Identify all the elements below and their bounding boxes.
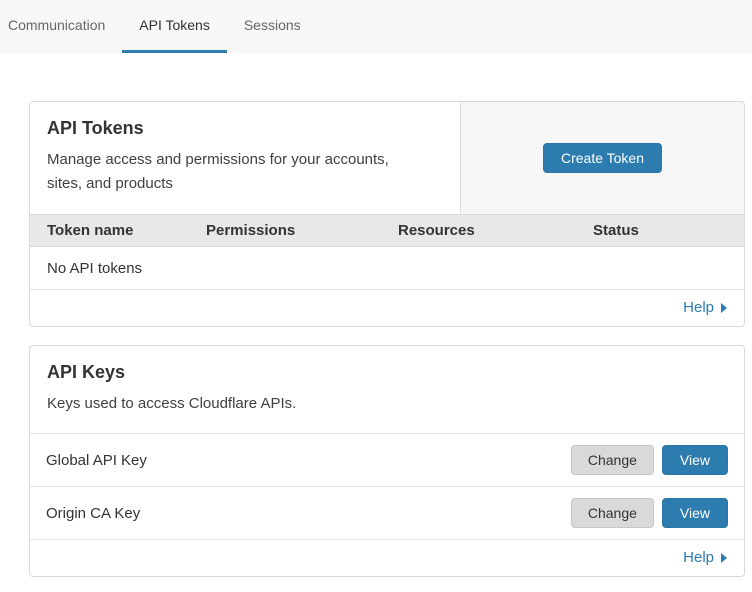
create-token-button[interactable]: Create Token [543,143,662,173]
tab-sessions[interactable]: Sessions [227,0,318,53]
tokens-column-permissions: Permissions [206,222,398,239]
api-tokens-description: Manage access and permissions for your a… [47,148,420,196]
tokens-column-resources: Resources [398,222,593,239]
api-tokens-card-header: API Tokens Manage access and permissions… [30,102,744,214]
tokens-empty-state: No API tokens [30,247,744,289]
view-origin-ca-key-button[interactable]: View [662,498,728,528]
api-tokens-title: API Tokens [47,118,420,139]
tokens-column-status: Status [593,222,744,239]
help-link-label: Help [683,299,714,316]
key-row-global-api-key: Global API Key Change View [30,433,744,486]
api-tokens-card: API Tokens Manage access and permissions… [29,101,745,327]
tokens-column-token-name: Token name [47,222,206,239]
help-link-label: Help [683,549,714,566]
key-row-origin-ca-key: Origin CA Key Change View [30,486,744,539]
change-global-api-key-button[interactable]: Change [571,445,654,475]
api-keys-description: Keys used to access Cloudflare APIs. [47,392,727,416]
change-origin-ca-key-button[interactable]: Change [571,498,654,528]
profile-tab-bar: Communication API Tokens Sessions [0,0,752,53]
api-tokens-help-link[interactable]: Help [683,299,727,316]
api-tokens-card-header-text: API Tokens Manage access and permissions… [30,102,460,214]
tokens-table-header: Token name Permissions Resources Status [30,214,744,247]
api-tokens-card-action-area: Create Token [460,102,744,214]
tab-communication[interactable]: Communication [8,0,122,53]
api-keys-card-footer: Help [30,539,744,576]
caret-right-icon [721,553,727,563]
api-keys-card-header: API Keys Keys used to access Cloudflare … [30,346,744,433]
api-keys-help-link[interactable]: Help [683,549,727,566]
api-keys-card: API Keys Keys used to access Cloudflare … [29,345,745,577]
tab-api-tokens[interactable]: API Tokens [122,0,227,53]
key-label-origin-ca-key: Origin CA Key [46,505,571,522]
api-keys-title: API Keys [47,362,727,383]
view-global-api-key-button[interactable]: View [662,445,728,475]
key-label-global-api-key: Global API Key [46,452,571,469]
caret-right-icon [721,303,727,313]
api-tokens-card-footer: Help [30,289,744,326]
